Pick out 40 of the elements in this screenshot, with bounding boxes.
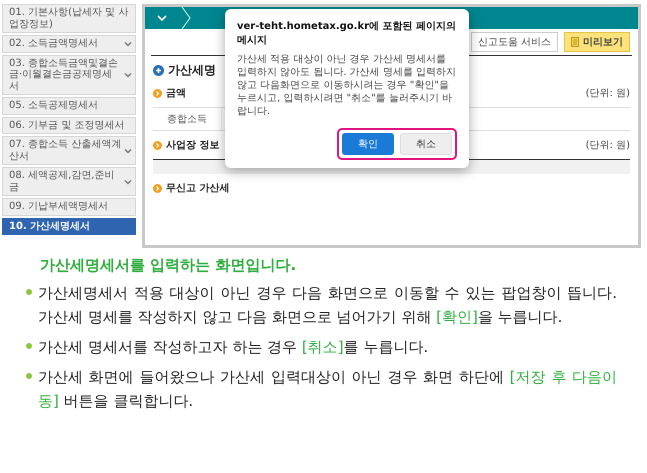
bullet-text: 가산세명세서 적용 대상이 아닌 경우 다음 화면으로 이동할 수 있는 팝업창이 뜹니다. 가산세 명세를 작성하지 않고 다음 화면으로 넘어가기 위해 [확인]을 누릅니다. bbox=[38, 283, 617, 328]
bullet-dot bbox=[26, 373, 32, 379]
chevron-down-icon bbox=[124, 70, 132, 79]
unit-label: (단위: 원) bbox=[586, 139, 630, 152]
chevron-down-icon bbox=[124, 40, 132, 48]
bullet-dot bbox=[26, 289, 32, 295]
dialog-message: 가산세 적용 대상이 아닌 경우 가산세 명세서를 입력하지 않아도 됩니다. 가산세 명세를 입력하지 않고 다음화면으로 이동하시려는 경우 "확인"을 누르시고, 입력하시려면 "취소"를 눌러주시기 바랍니다. bbox=[237, 53, 457, 118]
preview-button[interactable]: 미리보기 bbox=[564, 32, 630, 52]
bullet-text: 가산세 화면에 들어왔으나 가산세 입력대상이 아닌 경우 화면 하단에 [저장 후 다음이동] 버튼을 클릭합니다. bbox=[38, 367, 617, 412]
sidebar-item[interactable]: 03. 종합소득금액및결손금·이월결손금공제명세서 bbox=[2, 54, 136, 95]
sidebar-item[interactable]: 02. 소득금액명세서 bbox=[2, 35, 136, 52]
sidebar-item[interactable]: 01. 기본사항(납세자 및 사업장정보) bbox=[2, 4, 136, 33]
sidebar-item[interactable]: 05. 소득공제명세서 bbox=[2, 97, 136, 114]
bullet-dot bbox=[26, 343, 32, 349]
chevron-down-icon[interactable] bbox=[157, 14, 167, 22]
chevron-down-icon bbox=[124, 178, 132, 186]
sidebar-item[interactable]: 10. 가산세명세서 bbox=[2, 218, 136, 235]
section-title: 가산세명 bbox=[168, 62, 216, 79]
sidebar-item[interactable]: 09. 기납부세액명세서 bbox=[2, 198, 136, 216]
chevron-down-icon bbox=[124, 146, 132, 154]
confirm-button[interactable]: 확인 bbox=[342, 133, 394, 155]
caption-title: 가산세명세서를 입력하는 화면입니다. bbox=[39, 256, 298, 275]
breadcrumb-separator-icon bbox=[181, 7, 191, 29]
document-icon bbox=[571, 37, 579, 47]
unit-label: (단위: 원) bbox=[586, 87, 630, 100]
help-service-button[interactable]: 신고도움 서비스 bbox=[470, 32, 558, 52]
subsection-title: 금액 bbox=[166, 87, 186, 100]
sidebar-item[interactable]: 06. 기부금 및 조정명세서 bbox=[2, 116, 136, 134]
arrow-circle-icon bbox=[153, 140, 162, 150]
arrow-circle-icon bbox=[153, 88, 162, 98]
subsection-title: 사업장 정보 bbox=[166, 139, 220, 152]
sidebar-item[interactable]: 08. 세액공제,감면,준비금 bbox=[2, 167, 136, 196]
subsection-title: 무신고 가산세 bbox=[166, 182, 230, 195]
plus-circle-icon bbox=[153, 65, 164, 76]
dialog-title: ver-teht.hometax.go.kr에 포함된 페이지의 메시지 bbox=[237, 20, 457, 47]
bullet-text: 가산세 명세서를 작성하고자 하는 경우 [취소]를 누릅니다. bbox=[38, 337, 428, 358]
sidebar-item[interactable]: 07. 종합소득 산출세액계산서 bbox=[2, 136, 136, 165]
arrow-circle-icon bbox=[153, 184, 162, 192]
table-cell: 종합소득 bbox=[153, 108, 222, 130]
cancel-button[interactable]: 취소 bbox=[400, 133, 452, 155]
